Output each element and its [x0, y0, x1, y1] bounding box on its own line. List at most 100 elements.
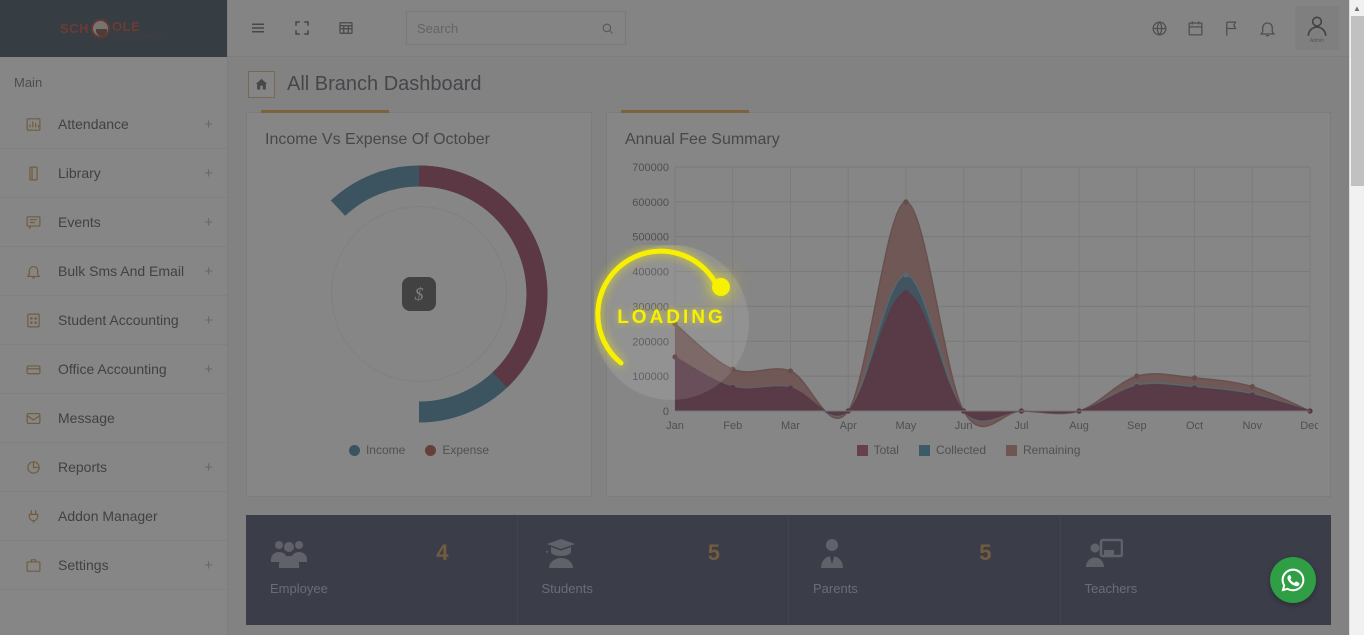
group-icon — [270, 537, 308, 569]
sidebar: SCH OLE SCHOOL MANAGEMENT Main Attendanc… — [0, 0, 228, 635]
sidebar-item-library[interactable]: Library + — [0, 149, 227, 198]
sidebar-item-label: Reports — [58, 459, 108, 475]
expand-icon[interactable]: + — [204, 460, 213, 475]
flag-icon[interactable] — [1213, 10, 1249, 46]
main-content: All Branch Dashboard Income Vs Expense O… — [228, 57, 1349, 635]
person-tie-icon — [813, 537, 851, 569]
whatsapp-icon[interactable] — [1270, 557, 1316, 603]
card-title: Annual Fee Summary — [625, 131, 780, 148]
sidebar-item-addon-manager[interactable]: Addon Manager — [0, 492, 227, 541]
expand-icon[interactable]: + — [204, 264, 213, 279]
expand-icon[interactable]: + — [204, 362, 213, 377]
sidebar-item-label: Addon Manager — [58, 508, 158, 524]
expand-icon[interactable]: + — [204, 166, 213, 181]
svg-text:500000: 500000 — [632, 232, 669, 244]
sidebar-item-events[interactable]: Events + — [0, 198, 227, 247]
calculator-icon — [22, 309, 44, 331]
legend-item-expense[interactable]: Expense — [425, 443, 489, 457]
legend-label: Income — [365, 443, 406, 457]
sidebar-item-office-accounting[interactable]: Office Accounting + — [0, 345, 227, 394]
page-title: All Branch Dashboard — [287, 73, 482, 95]
donut-center-symbol: $ — [402, 277, 436, 311]
expand-icon[interactable]: + — [204, 215, 213, 230]
card-accent-tab — [261, 110, 389, 113]
stat-top: 4 — [270, 537, 493, 569]
svg-text:Feb: Feb — [723, 420, 742, 432]
fullscreen-icon[interactable] — [286, 12, 318, 44]
sidebar-item-message[interactable]: Message — [0, 394, 227, 443]
stat-top: 5 — [813, 537, 1036, 569]
stats-row: 4 Employee 5 Students 5 Parents Teachers — [246, 515, 1331, 625]
stat-tile-students[interactable]: 5 Students — [518, 515, 789, 625]
donut-chart: $ — [247, 149, 591, 439]
calendar-icon[interactable] — [1177, 10, 1213, 46]
pie-chart-icon — [22, 456, 44, 478]
bar-chart-icon — [22, 113, 44, 135]
search-icon[interactable] — [600, 21, 615, 36]
card-accent-tab — [621, 110, 749, 113]
briefcase-icon — [22, 554, 44, 576]
logo-text-right: OLE SCHOOL MANAGEMENT — [111, 18, 167, 39]
scroll-up-arrow-icon[interactable]: ▲ — [1350, 0, 1364, 16]
hamburger-icon[interactable] — [242, 12, 274, 44]
sidebar-item-label: Events — [58, 214, 101, 230]
top-header: Admin — [228, 0, 1349, 57]
page-header: All Branch Dashboard — [228, 57, 1349, 112]
grid-icon[interactable] — [330, 12, 362, 44]
app-root: SCH OLE SCHOOL MANAGEMENT Main Attendanc… — [0, 0, 1364, 635]
sidebar-item-label: Attendance — [58, 116, 129, 132]
svg-text:Jul: Jul — [1014, 420, 1028, 432]
bell-icon[interactable] — [1249, 10, 1285, 46]
sidebar-item-label: Message — [58, 410, 115, 426]
home-icon[interactable] — [248, 71, 275, 98]
card-title: Income Vs Expense Of October — [265, 131, 490, 148]
sidebar-section-label: Main — [14, 75, 43, 90]
wallet-icon — [22, 358, 44, 380]
svg-text:Aug: Aug — [1069, 420, 1089, 432]
expand-icon[interactable]: + — [204, 558, 213, 573]
expand-icon[interactable]: + — [204, 117, 213, 132]
stat-top: 5 — [542, 537, 765, 569]
sidebar-item-label: Bulk Sms And Email — [58, 263, 185, 279]
stat-value: 4 — [436, 540, 449, 565]
scrollbar-thumb[interactable] — [1351, 16, 1364, 186]
stat-tile-employee[interactable]: 4 Employee — [246, 515, 518, 625]
legend-item-income[interactable]: Income — [348, 443, 406, 457]
stat-top — [1085, 537, 1308, 569]
sidebar-item-student-accounting[interactable]: Student Accounting + — [0, 296, 227, 345]
stat-tile-parents[interactable]: 5 Parents — [789, 515, 1061, 625]
envelope-icon — [22, 407, 44, 429]
svg-text:Sep: Sep — [1127, 420, 1147, 432]
income-expense-card: Income Vs Expense Of October $ Income Ex… — [246, 110, 592, 497]
brand-logo[interactable]: SCH OLE SCHOOL MANAGEMENT — [0, 0, 227, 57]
graduate-icon — [542, 537, 580, 569]
logo-tagline: SCHOOL MANAGEMENT — [111, 33, 167, 39]
dashboard-cards-row: Income Vs Expense Of October $ Income Ex… — [228, 110, 1349, 497]
header-actions: Admin — [1141, 6, 1349, 50]
svg-text:May: May — [896, 420, 917, 432]
logo-mark-icon — [90, 19, 110, 38]
svg-text:Jan: Jan — [666, 420, 684, 432]
svg-text:Dec: Dec — [1300, 420, 1318, 432]
sidebar-item-settings[interactable]: Settings + — [0, 541, 227, 590]
book-icon — [22, 162, 44, 184]
browser-scrollbar[interactable]: ▲ — [1349, 0, 1364, 635]
expand-icon[interactable]: + — [204, 313, 213, 328]
legend-swatch — [348, 444, 360, 456]
donut-legend: Income Expense — [247, 439, 591, 457]
svg-text:Mar: Mar — [781, 420, 800, 432]
sidebar-item-attendance[interactable]: Attendance + — [0, 100, 227, 149]
globe-icon[interactable] — [1141, 10, 1177, 46]
bell-icon — [22, 260, 44, 282]
stat-label: Parents — [813, 581, 858, 596]
legend-swatch — [425, 444, 437, 456]
search-box[interactable] — [406, 11, 626, 45]
sidebar-item-bulk-sms-and-email[interactable]: Bulk Sms And Email + — [0, 247, 227, 296]
svg-text:Nov: Nov — [1242, 420, 1262, 432]
logo-text-left: SCH — [60, 21, 89, 36]
sidebar-item-reports[interactable]: Reports + — [0, 443, 227, 492]
sidebar-item-label: Library — [58, 165, 101, 181]
sidebar-item-label: Office Accounting — [58, 361, 167, 377]
avatar[interactable]: Admin — [1295, 6, 1339, 50]
search-input[interactable] — [417, 20, 600, 36]
